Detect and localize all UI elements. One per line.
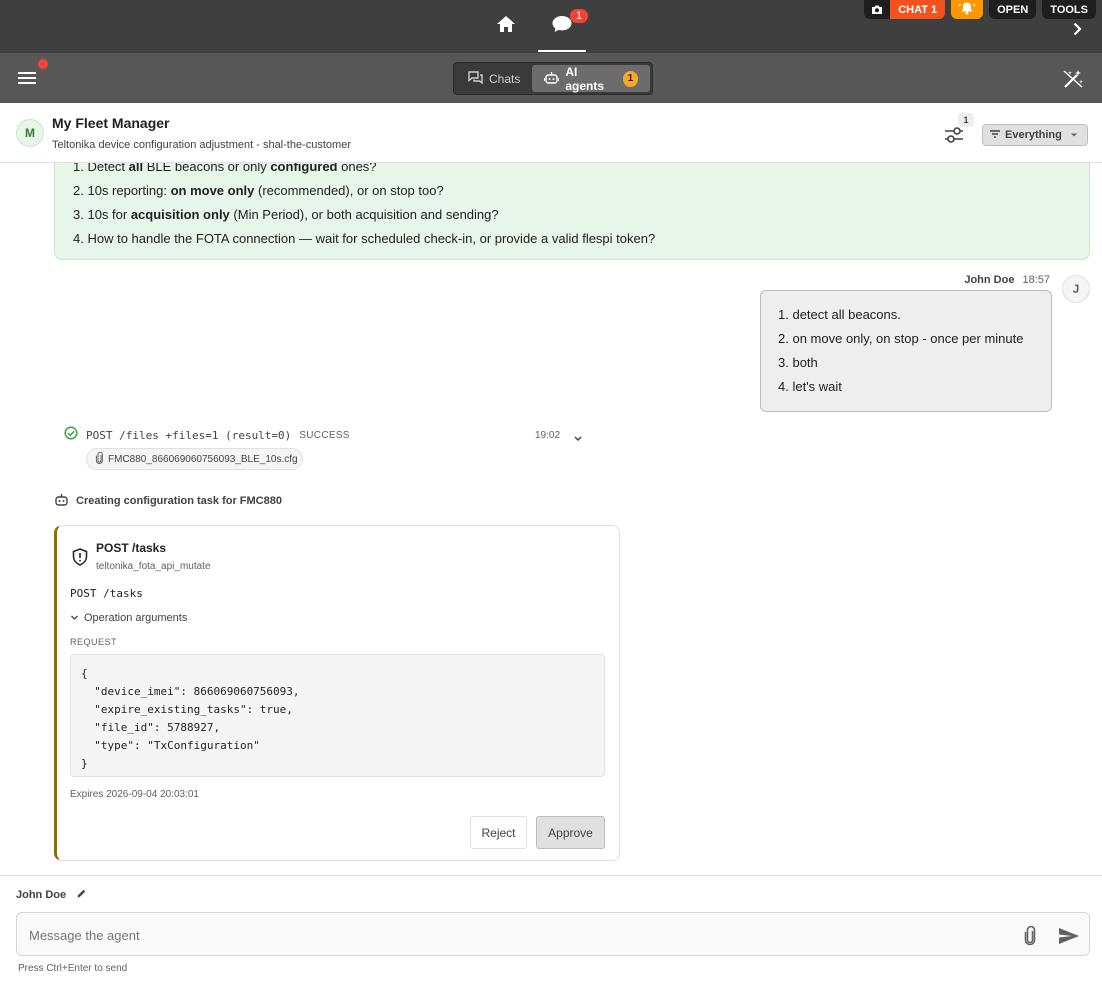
- message-field: [16, 912, 1090, 956]
- tab-ai-agents-label: AI agents: [565, 64, 605, 93]
- composer-user-name: John Doe: [16, 889, 67, 901]
- robot-icon: [544, 71, 560, 87]
- sliders-icon[interactable]: [943, 125, 965, 150]
- operation-arguments-toggle[interactable]: Operation arguments: [70, 612, 187, 624]
- chevron-down-icon[interactable]: [573, 430, 583, 448]
- home-nav-button[interactable]: [478, 0, 534, 53]
- chat-one-label: CHAT 1: [890, 0, 946, 19]
- open-button[interactable]: OPEN: [989, 0, 1037, 19]
- list-item: 2. 10s reporting: on move only (recommen…: [73, 183, 444, 198]
- top-buttons: CHAT 1 OPEN TOOLS: [864, 0, 1096, 19]
- user-answer-list: 1. detect all beacons. 2. on move only, …: [778, 303, 1023, 399]
- chats-icon: [468, 70, 483, 87]
- send-hint: Press Ctrl+Enter to send: [18, 963, 128, 974]
- task-expiry: Expires 2026-09-04 20:03:01: [70, 789, 199, 800]
- pencil-icon[interactable]: [76, 888, 87, 902]
- home-icon: [496, 15, 516, 38]
- message-composer: John Doe Press Ctrl+Enter to send: [0, 875, 1102, 987]
- tool-call-row[interactable]: POST /files +files=1 (result=0) SUCCESS …: [64, 425, 590, 445]
- composer-user: John Doe: [16, 888, 87, 902]
- chat-title: My Fleet Manager: [52, 115, 170, 131]
- tools-button[interactable]: TOOLS: [1042, 0, 1096, 19]
- request-label: REQUEST: [70, 637, 118, 647]
- message-filter-select[interactable]: Everything: [982, 124, 1088, 146]
- chat-nav-badge: 1: [570, 9, 588, 23]
- top-nav: 1: [478, 0, 590, 53]
- list-item: 3. both: [778, 355, 818, 370]
- tab-chats-label: Chats: [489, 71, 521, 86]
- menu-icon[interactable]: [16, 69, 40, 92]
- attached-file-name: FMC880_866069060756093_BLE_10s.cfg: [108, 453, 298, 465]
- caret-down-icon: [1070, 129, 1078, 141]
- ai-agents-badge: 1: [622, 70, 638, 87]
- agent-status-text: Creating configuration task for FMC880: [76, 495, 282, 507]
- chat-header: M My Fleet Manager Teltonika device conf…: [0, 103, 1102, 163]
- reject-button[interactable]: Reject: [470, 816, 527, 849]
- request-body: { "device_imei": 866069060756093, "expir…: [81, 667, 300, 770]
- list-item: 2. on move only, on stop - once per minu…: [778, 331, 1024, 346]
- filter-label: Everything: [1005, 129, 1062, 141]
- send-icon[interactable]: [1058, 927, 1080, 950]
- tool-call-time: 19:02: [535, 429, 561, 441]
- robot-icon: [54, 493, 69, 509]
- filter-icon: [989, 129, 1001, 142]
- task-title: POST /tasks: [96, 541, 167, 555]
- message-input[interactable]: [29, 925, 1009, 945]
- user-message-meta: John Doe 18:57: [964, 274, 1050, 286]
- paperclip-icon: [95, 451, 104, 467]
- chat-nav-button[interactable]: 1: [534, 0, 590, 53]
- agent-avatar: M: [16, 119, 44, 147]
- success-check-icon: [64, 425, 78, 445]
- attached-file-chip[interactable]: FMC880_866069060756093_BLE_10s.cfg: [86, 448, 303, 470]
- top-bar: 1 CHAT 1 OPEN TOOLS: [0, 0, 1102, 53]
- magic-wand-icon[interactable]: [1062, 69, 1084, 94]
- chevron-right-icon[interactable]: [1073, 22, 1082, 41]
- request-body-box: { "device_imei": 866069060756093, "expir…: [70, 654, 605, 777]
- user-message-time: 18:57: [1022, 274, 1050, 286]
- list-item: 3. 10s for acquisition only (Min Period)…: [73, 207, 499, 222]
- operation-arguments-label: Operation arguments: [84, 612, 188, 624]
- tool-call-status: SUCCESS: [299, 429, 350, 441]
- screenshot-chat-button[interactable]: CHAT 1: [864, 0, 946, 19]
- paperclip-icon[interactable]: [1024, 925, 1036, 951]
- task-operation: POST /tasks: [70, 587, 143, 600]
- approval-card: POST /tasks teltonika_fota_api_mutate PO…: [54, 525, 620, 861]
- chevron-down-icon: [70, 612, 79, 624]
- user-message-author: John Doe: [964, 274, 1015, 286]
- list-item: 1. detect all beacons.: [778, 307, 901, 322]
- tool-call-request: POST /files +files=1 (result=0): [86, 428, 292, 442]
- list-item: 4. let's wait: [778, 379, 842, 394]
- approve-button[interactable]: Approve: [536, 816, 605, 849]
- filter-badge: 1: [958, 113, 974, 127]
- chat-subtitle: Teltonika device configuration adjustmen…: [52, 139, 351, 151]
- notifications-button[interactable]: [951, 0, 984, 19]
- menu-notification-dot: [38, 59, 48, 69]
- task-subtitle: teltonika_fota_api_mutate: [96, 561, 211, 572]
- agent-question-list: 1. Detect all BLE beacons or only config…: [73, 155, 655, 251]
- bell-icon: [958, 1, 976, 18]
- agent-status-line: Creating configuration task for FMC880: [54, 493, 282, 509]
- list-item: 4. How to handle the FOTA connection — w…: [73, 231, 656, 246]
- user-message: 1. detect all beacons. 2. on move only, …: [760, 290, 1052, 412]
- sub-bar: Chats AI agents 1: [0, 53, 1102, 103]
- view-switcher: Chats AI agents 1: [453, 62, 653, 95]
- tab-chats[interactable]: Chats: [456, 65, 532, 92]
- camera-icon: [864, 0, 890, 19]
- shield-alert-icon: [72, 548, 88, 571]
- tab-ai-agents[interactable]: AI agents 1: [532, 64, 650, 93]
- user-avatar: J: [1062, 275, 1090, 303]
